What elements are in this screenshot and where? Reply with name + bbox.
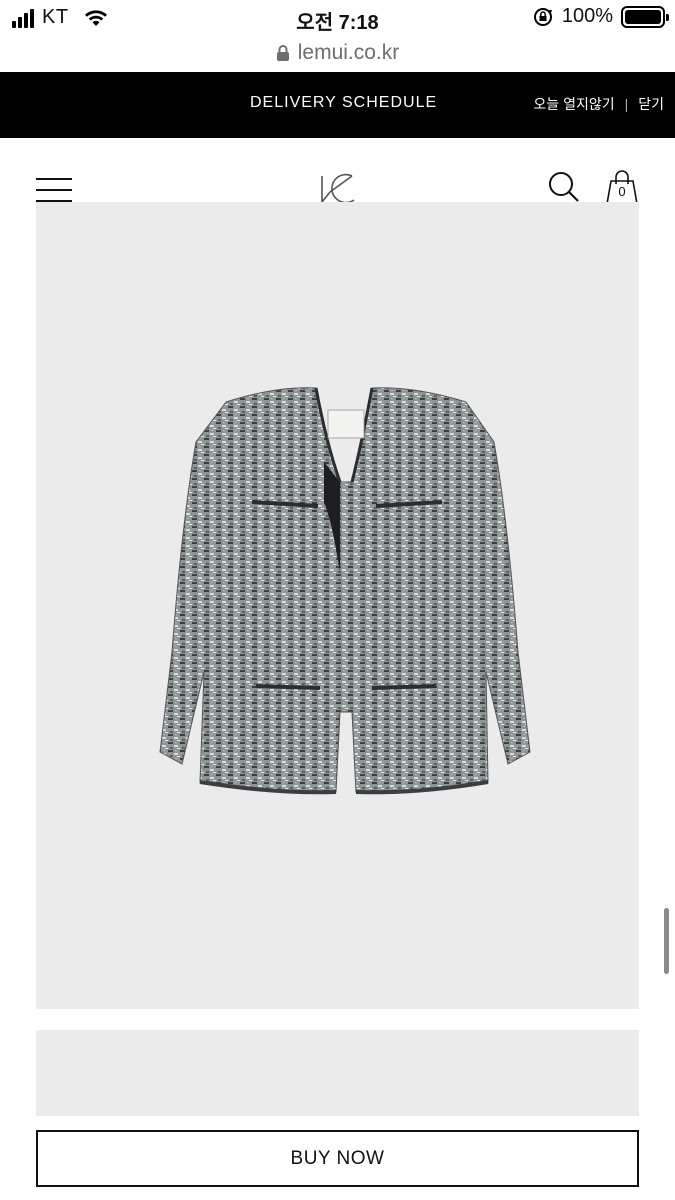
search-icon[interactable] — [547, 170, 581, 204]
status-right: 100% — [532, 5, 669, 28]
secondary-image-panel — [36, 1030, 639, 1116]
site-header: 0 — [0, 138, 675, 205]
rotation-lock-icon — [533, 7, 552, 26]
url-text[interactable]: lemui.co.kr — [298, 41, 400, 65]
buy-now-button[interactable]: BUY NOW — [36, 1130, 639, 1187]
status-bar: KT 오전 7:18 100% — [0, 0, 675, 36]
shopping-bag-button[interactable]: 0 — [603, 168, 641, 206]
lock-icon — [276, 45, 289, 61]
banner-title[interactable]: DELIVERY SCHEDULE — [250, 94, 437, 112]
banner-separator: | — [624, 96, 629, 112]
banner-actions: 오늘 열지않기 | 닫기 — [533, 94, 664, 114]
banner-close-link[interactable]: 닫기 — [638, 94, 664, 114]
scrollbar[interactable] — [664, 908, 669, 974]
cart-count: 0 — [618, 184, 626, 199]
dismiss-today-link[interactable]: 오늘 열지않기 — [533, 94, 614, 114]
product-image[interactable] — [36, 202, 639, 1009]
battery-icon — [621, 5, 669, 28]
battery-percent: 100% — [561, 5, 613, 27]
tweed-jacket-image — [159, 387, 531, 795]
hamburger-menu-icon[interactable] — [36, 178, 72, 204]
delivery-banner: DELIVERY SCHEDULE 오늘 열지않기 | 닫기 — [0, 72, 675, 138]
url-bar[interactable]: lemui.co.kr — [0, 36, 675, 70]
